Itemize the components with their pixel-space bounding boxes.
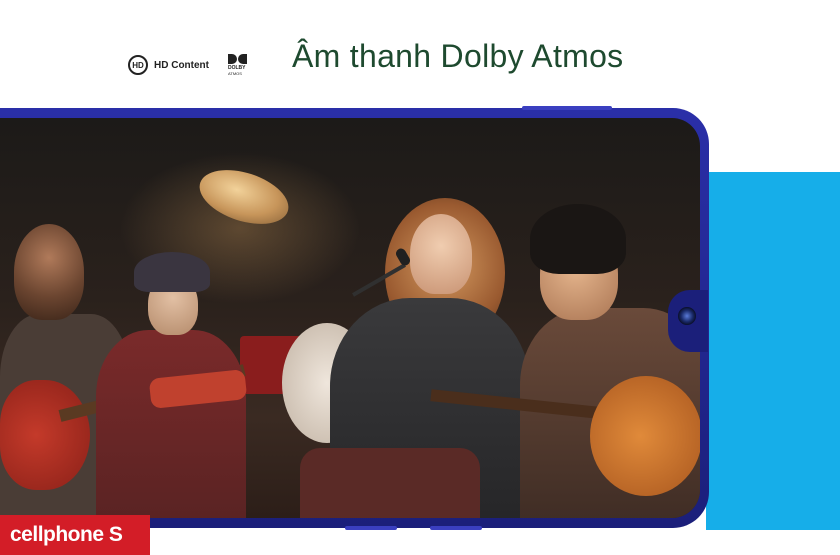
dolby-logo-line2: ATMOS: [228, 71, 242, 76]
phone-bottom-button-left: [345, 526, 397, 530]
dolby-atmos-logo-icon: DOLBY ATMOS: [228, 54, 250, 80]
phone-screen-concert-photo: [0, 118, 700, 518]
guitarist-right-hair: [530, 204, 626, 274]
guitarist-hat-body: [96, 330, 246, 518]
hd-icon: HD: [128, 55, 148, 75]
accent-background-panel: [706, 172, 840, 530]
feature-header: HD HD Content DOLBY ATMOS Âm thanh Dolby…: [0, 0, 840, 110]
phone-bottom-button-right: [430, 526, 482, 530]
cymbal-shape: [192, 159, 296, 235]
dolby-double-d-icon: [228, 54, 250, 64]
guitarist-left-head: [14, 224, 84, 320]
singer-head: [410, 214, 472, 294]
front-camera-icon: [678, 307, 696, 325]
singer-legs: [300, 448, 480, 518]
hd-content-label: HD Content: [154, 59, 209, 71]
feature-headline: Âm thanh Dolby Atmos: [292, 38, 624, 74]
guitar-left-shape: [0, 380, 90, 490]
hd-content-badge: HD HD Content: [128, 55, 209, 75]
cellphones-logo-text: cellphone S: [10, 523, 123, 546]
hat-shape: [134, 252, 210, 292]
cellphones-logo: cellphone S: [0, 515, 150, 555]
acoustic-guitar-right-shape: [590, 376, 700, 496]
phone-top-button: [522, 106, 612, 110]
